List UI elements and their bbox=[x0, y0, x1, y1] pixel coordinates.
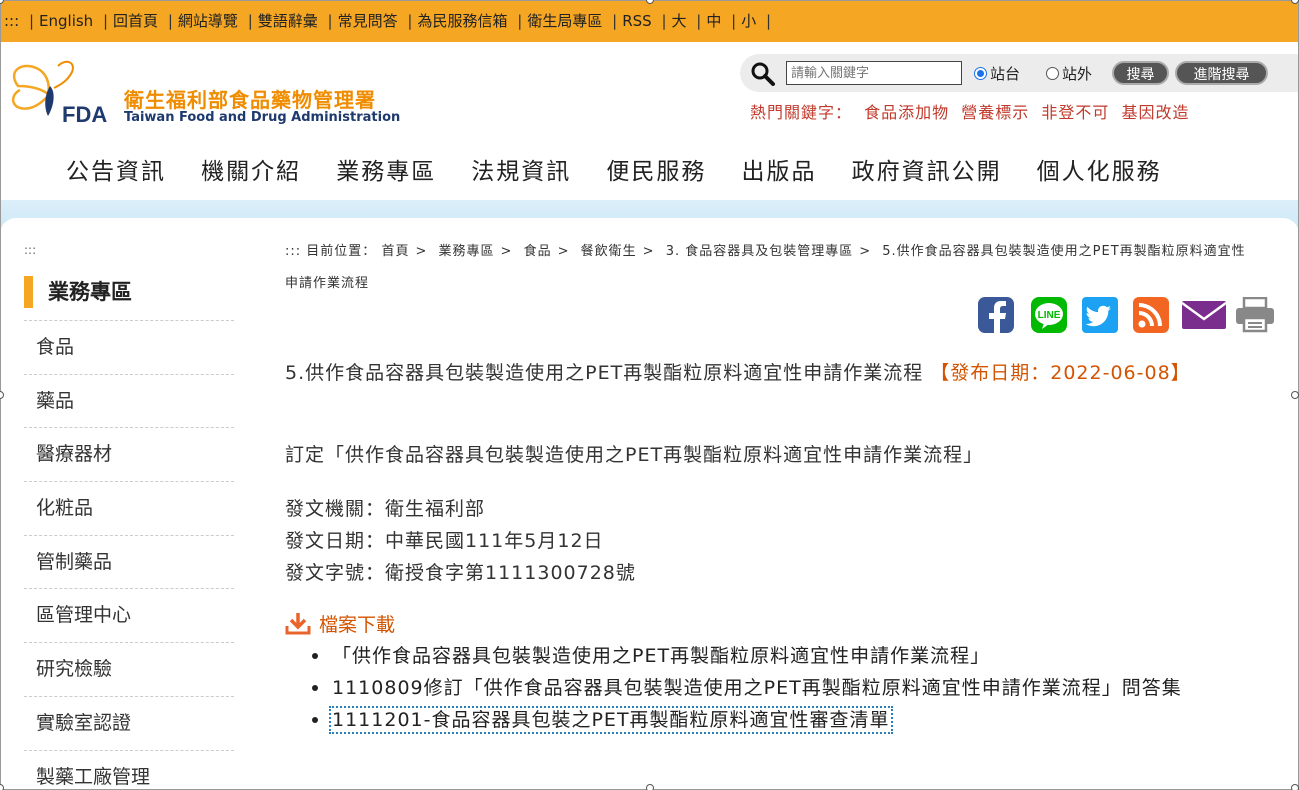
rss-icon[interactable] bbox=[1132, 297, 1170, 333]
font-size-large[interactable]: 大 bbox=[672, 12, 687, 30]
link-mailbox[interactable]: 為民服務信箱 bbox=[417, 12, 507, 30]
link-faq[interactable]: 常見問答 bbox=[338, 12, 398, 30]
link-rss[interactable]: RSS bbox=[622, 12, 651, 30]
radio-site-dot[interactable] bbox=[974, 67, 987, 80]
radio-site[interactable]: 站台 bbox=[974, 63, 1020, 84]
search-input[interactable] bbox=[786, 61, 962, 85]
line-icon[interactable]: LINE bbox=[1030, 297, 1068, 333]
downloads-heading-text: 檔案下載 bbox=[319, 614, 396, 636]
article-title-text: 5.供作食品容器具包裝製造使用之PET再製酯粒原料適宜性申請作業流程 bbox=[285, 362, 924, 384]
sidebar-title: 業務專區 bbox=[24, 276, 132, 308]
logo-mark-text: FDA bbox=[62, 102, 107, 126]
main-nav: 公告資訊 機關介紹 業務專區 法規資訊 便民服務 出版品 政府資訊公開 個人化服… bbox=[66, 152, 1192, 186]
utility-bar: ::: | English | 回首頁 | 網站導覽 | 雙語辭彙 | 常見問答 | 為民服… bbox=[0, 0, 1299, 42]
nav-regulations[interactable]: 法規資訊 bbox=[471, 152, 571, 186]
hot-keyword-link[interactable]: 非登不可 bbox=[1041, 103, 1109, 122]
sidebar-menu: 食品 藥品 醫療器材 化粧品 管制藥品 區管理中心 研究檢驗 實驗室認證 製藥工… bbox=[24, 320, 234, 790]
link-home[interactable]: 回首頁 bbox=[113, 12, 158, 30]
font-size-small[interactable]: 小 bbox=[741, 12, 756, 30]
sidebar-item-research-testing[interactable]: 研究檢驗 bbox=[24, 642, 234, 696]
publish-date: 【發布日期：2022-06-08】 bbox=[930, 362, 1191, 384]
download-link[interactable]: 1110809修訂「供作食品容器具包裝製造使用之PET再製酯粒原料適宜性申請作業… bbox=[310, 672, 1260, 704]
nav-about[interactable]: 機關介紹 bbox=[201, 152, 301, 186]
sidebar-accesskey[interactable]: ::: bbox=[24, 243, 36, 257]
font-size-medium[interactable]: 中 bbox=[706, 12, 721, 30]
issuing-agency: 發文機關：衛生福利部 bbox=[285, 498, 486, 520]
email-icon[interactable] bbox=[1182, 297, 1226, 333]
resize-handle[interactable] bbox=[1291, 391, 1299, 399]
article-description: 訂定「供作食品容器具包裝製造使用之PET再製酯粒原料適宜性申請作業流程」 bbox=[285, 444, 984, 466]
search-bar: 站台 站外 搜尋 進階搜尋 bbox=[740, 54, 1299, 92]
fda-logo-icon[interactable]: FDA bbox=[4, 56, 124, 126]
link-glossary[interactable]: 雙語辭彙 bbox=[258, 12, 318, 30]
search-button[interactable]: 搜尋 bbox=[1112, 61, 1169, 85]
breadcrumb: ::: 目前位置： 首頁 > 業務專區 > 食品 > 餐飲衛生 > 3. 食品容器具及包… bbox=[285, 244, 1246, 291]
breadcrumb-link[interactable]: 3. 食品容器具及包裝管理專區 bbox=[666, 244, 854, 259]
sidebar-item-lab-accreditation[interactable]: 實驗室認證 bbox=[24, 695, 234, 750]
resize-handle[interactable] bbox=[0, 784, 4, 790]
document-number: 發文字號：衛授食字第1111300728號 bbox=[285, 562, 636, 584]
advanced-search-button[interactable]: 進階搜尋 bbox=[1175, 61, 1268, 85]
utility-links: ::: | English | 回首頁 | 網站導覽 | 雙語辭彙 | 常見問答 | 為民服… bbox=[4, 12, 772, 30]
hot-keyword-link[interactable]: 食品添加物 bbox=[864, 103, 949, 122]
downloads-heading: 檔案下載 bbox=[285, 610, 395, 637]
svg-text:LINE: LINE bbox=[1038, 310, 1061, 321]
print-icon[interactable] bbox=[1234, 297, 1276, 333]
nav-services[interactable]: 便民服務 bbox=[606, 152, 706, 186]
radio-site-label: 站台 bbox=[990, 65, 1021, 83]
download-link-text[interactable]: 1110809修訂「供作食品容器具包裝製造使用之PET再製酯粒原料適宜性申請作業… bbox=[332, 677, 1182, 699]
download-link[interactable]: 1111201-食品容器具包裝之PET再製酯粒原料適宜性審查清單 bbox=[310, 704, 1260, 736]
article-title: 5.供作食品容器具包裝製造使用之PET再製酯粒原料適宜性申請作業流程 【發布日期… bbox=[285, 357, 1245, 389]
accesskey-marker: ::: bbox=[4, 12, 20, 30]
hot-keywords: 熱門關鍵字： 食品添加物 營養標示 非登不可 基因改造 bbox=[750, 99, 1189, 123]
download-icon bbox=[285, 613, 311, 635]
nav-business[interactable]: 業務專區 bbox=[336, 152, 436, 186]
resize-handle[interactable] bbox=[1291, 784, 1299, 790]
site-header: FDA 衛生福利部食品藥物管理署 Taiwan Food and Drug Ad… bbox=[0, 42, 1299, 202]
facebook-icon[interactable] bbox=[977, 297, 1015, 333]
breadcrumb-accesskey[interactable]: ::: bbox=[285, 244, 301, 259]
sidebar-item-cosmetics[interactable]: 化粧品 bbox=[24, 481, 234, 535]
sidebar-item-regional-centers[interactable]: 區管理中心 bbox=[24, 588, 234, 642]
radio-external-dot[interactable] bbox=[1046, 67, 1059, 80]
breadcrumb-link[interactable]: 業務專區 bbox=[439, 244, 495, 259]
download-link-text[interactable]: 1111201-食品容器具包裝之PET再製酯粒原料適宜性審查清單 bbox=[329, 706, 893, 734]
hot-keyword-link[interactable]: 營養標示 bbox=[961, 103, 1029, 122]
breadcrumb-link[interactable]: 首頁 bbox=[381, 244, 409, 259]
nav-personal[interactable]: 個人化服務 bbox=[1037, 152, 1162, 186]
twitter-icon[interactable] bbox=[1081, 297, 1119, 333]
page: ::: | English | 回首頁 | 網站導覽 | 雙語辭彙 | 常見問答 | 為民服… bbox=[0, 0, 1299, 790]
site-name-zh[interactable]: 衛生福利部食品藥物管理署 bbox=[124, 84, 376, 113]
radio-external-label: 站外 bbox=[1062, 65, 1093, 83]
download-link[interactable]: 「供作食品容器具包裝製造使用之PET再製酯粒原料適宜性申請作業流程」 bbox=[310, 640, 1260, 672]
issue-date: 發文日期：中華民國111年5月12日 bbox=[285, 530, 604, 552]
nav-announcements[interactable]: 公告資訊 bbox=[66, 152, 166, 186]
site-name-en[interactable]: Taiwan Food and Drug Administration bbox=[124, 110, 400, 125]
nav-open-government[interactable]: 政府資訊公開 bbox=[852, 152, 1002, 186]
downloads-list: 「供作食品容器具包裝製造使用之PET再製酯粒原料適宜性申請作業流程」 11108… bbox=[310, 640, 1260, 736]
breadcrumb-label: 目前位置： bbox=[306, 244, 377, 259]
link-sitemap[interactable]: 網站導覽 bbox=[178, 12, 238, 30]
search-icon bbox=[751, 62, 775, 86]
link-health-bureau[interactable]: 衛生局專區 bbox=[527, 12, 602, 30]
sidebar-item-pharma-factory[interactable]: 製藥工廠管理 bbox=[24, 749, 234, 790]
sidebar-item-medical-devices[interactable]: 醫療器材 bbox=[24, 427, 234, 481]
hot-keywords-label: 熱門關鍵字： bbox=[750, 103, 853, 122]
sidebar-item-controlled-drugs[interactable]: 管制藥品 bbox=[24, 534, 234, 589]
hot-keyword-link[interactable]: 基因改造 bbox=[1121, 103, 1189, 122]
resize-handle[interactable] bbox=[646, 784, 654, 790]
breadcrumb-link[interactable]: 餐飲衛生 bbox=[581, 244, 637, 259]
breadcrumb-link[interactable]: 食品 bbox=[524, 244, 552, 259]
download-link-text[interactable]: 「供作食品容器具包裝製造使用之PET再製酯粒原料適宜性申請作業流程」 bbox=[332, 645, 990, 667]
sidebar-item-food[interactable]: 食品 bbox=[24, 320, 234, 374]
sidebar-item-drugs[interactable]: 藥品 bbox=[24, 373, 234, 428]
link-english[interactable]: English bbox=[39, 12, 93, 30]
radio-external[interactable]: 站外 bbox=[1046, 63, 1092, 84]
nav-publications[interactable]: 出版品 bbox=[741, 152, 816, 186]
